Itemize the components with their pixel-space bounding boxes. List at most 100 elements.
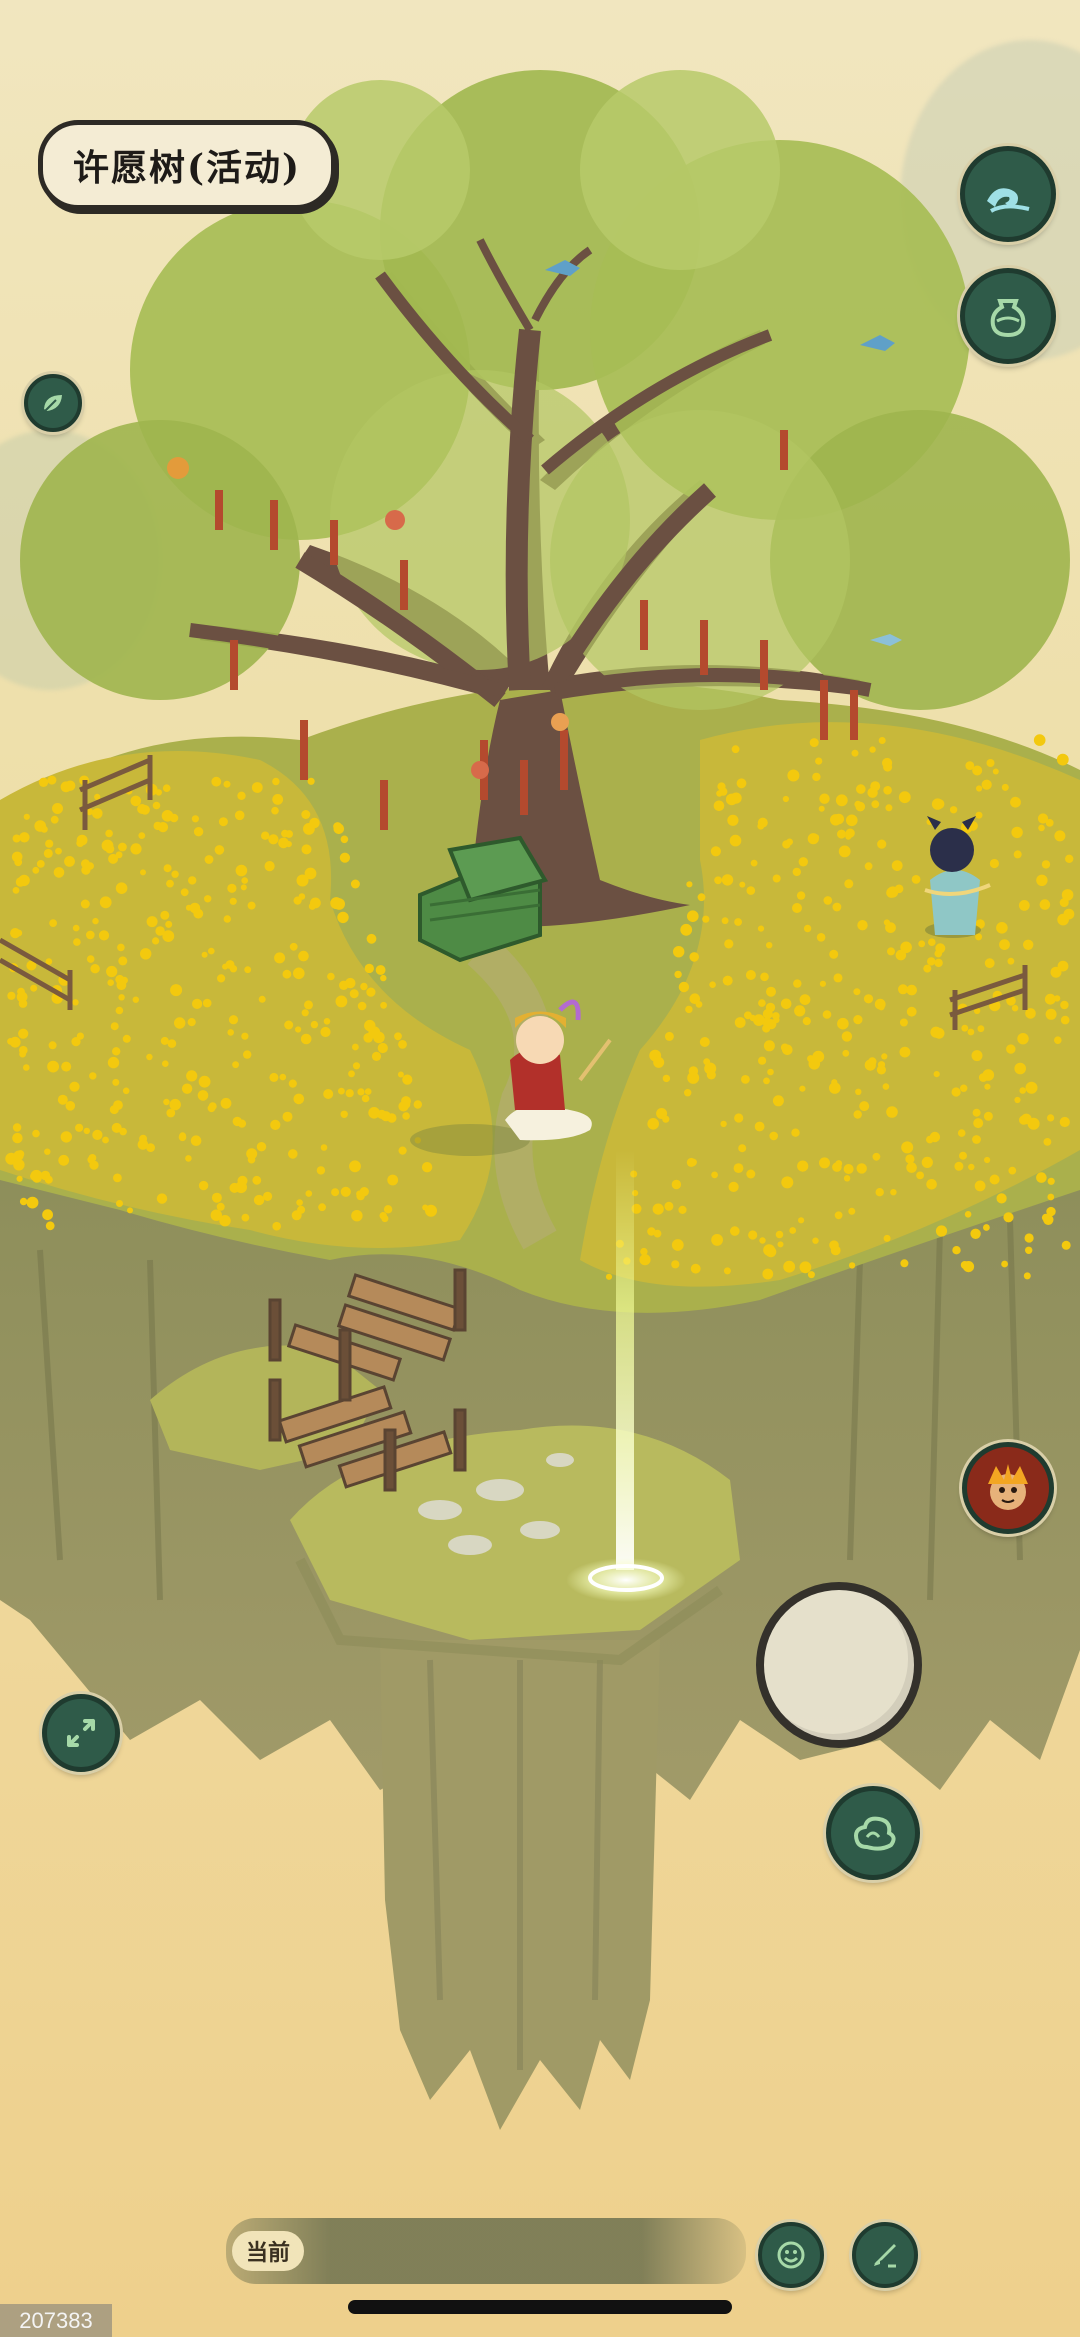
flower [819,980,827,987]
flower [875,1188,884,1197]
flower [662,1074,671,1083]
flower [214,845,225,855]
flower [678,981,690,993]
flower [968,1163,975,1171]
flower [115,882,128,894]
flower [652,1203,664,1215]
chat-bar[interactable]: 当前 [226,2218,746,2284]
game-viewport[interactable]: 许愿树(活动) 当前 207383 [0,0,1080,2337]
flower [757,822,765,830]
flower [352,1062,361,1070]
wave-skill-button[interactable] [960,146,1056,242]
flower [883,786,892,795]
flower [122,1087,130,1095]
flower [673,946,685,958]
cloud-skill-button[interactable] [826,1786,920,1880]
flower [272,794,284,805]
flower [931,798,944,810]
flower [754,1121,765,1132]
flower [357,1088,365,1096]
flower [728,1181,739,1192]
flower [383,1205,393,1214]
flower [357,1001,367,1011]
flower [750,859,758,867]
flower [30,984,38,992]
chat-channel-tag[interactable]: 当前 [232,2231,305,2271]
flower [881,1053,888,1060]
flower [261,831,270,840]
flower [163,1098,170,1106]
flower [781,1176,794,1189]
flower [107,979,114,986]
flower [798,857,808,867]
flower [333,823,345,835]
flower [984,958,995,969]
flower [744,1011,752,1020]
flower [368,1107,380,1119]
flower [748,1230,758,1240]
flower [870,781,881,792]
flower [12,1132,23,1144]
flower [118,956,128,966]
flower [1014,1096,1021,1104]
home-indicator[interactable] [348,2300,732,2314]
flower [288,1079,297,1088]
cloud-icon [847,1807,899,1859]
flower [394,1032,402,1041]
flower [689,993,701,1004]
flower [688,1066,699,1076]
flower [112,1078,120,1086]
flower [930,1026,942,1038]
flower [911,875,921,884]
flower [49,919,57,927]
flower [730,1226,740,1236]
flower [1047,1114,1055,1122]
emote-button[interactable] [758,2222,824,2288]
chat-input-button[interactable] [852,2222,918,2288]
flower [723,1267,731,1275]
flower [863,994,874,1004]
flower [927,957,936,966]
flower [83,1127,91,1135]
flower [211,776,222,787]
flower [1061,889,1074,901]
flower [113,1173,122,1183]
flower [301,810,311,819]
flower [211,1192,222,1203]
flower [731,745,740,754]
leaf-button[interactable] [24,374,82,432]
flower [349,1160,361,1173]
flower [674,970,682,979]
flower [1060,1000,1069,1010]
flower [729,834,742,847]
flower [60,1131,72,1143]
flower [986,759,995,767]
flower [112,1047,121,1056]
flower [845,833,852,840]
expand-view-button[interactable] [42,1694,120,1772]
flower [16,991,28,1003]
flower [856,1163,867,1174]
flower [983,1111,993,1121]
flower [830,814,842,826]
virtual-joystick[interactable] [756,1582,922,1748]
flower [12,834,21,843]
flower [305,1190,313,1197]
flower [758,999,766,1007]
flower [871,800,880,809]
stone-pillar [380,1640,660,2130]
flower [217,974,226,983]
flower [720,1120,727,1128]
flower [146,1053,153,1061]
flower [857,920,868,931]
flower [23,813,30,820]
flower [725,793,738,806]
jar-button[interactable] [960,268,1056,364]
flower [741,1075,750,1084]
flower [73,938,81,946]
monkey-king-button[interactable] [962,1442,1054,1534]
flower [803,924,812,933]
flower [162,1060,169,1067]
flower [798,1217,805,1224]
flower [240,884,247,891]
